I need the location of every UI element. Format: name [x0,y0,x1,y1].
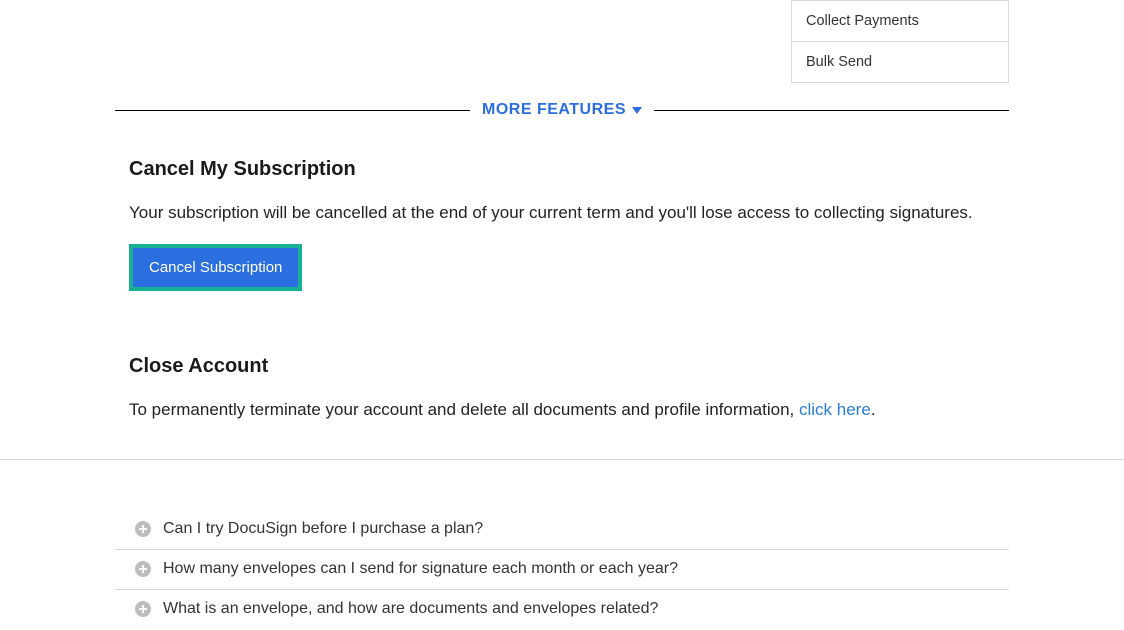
feature-list: Collect Payments Bulk Send [791,0,1009,83]
cancel-button-highlight: Cancel Subscription [129,244,302,291]
close-account-title: Close Account [129,355,995,378]
plus-icon [135,521,151,537]
feature-item-collect-payments[interactable]: Collect Payments [792,1,1008,42]
close-account-body: To permanently terminate your account an… [129,397,995,423]
more-features-text: MORE FEATURES [482,101,626,119]
plus-icon [135,561,151,577]
faq-item[interactable]: Can I try DocuSign before I purchase a p… [115,510,1009,550]
section-divider [0,459,1124,460]
cancel-subscription-title: Cancel My Subscription [129,158,995,181]
faq-question: How many envelopes can I send for signat… [163,560,678,578]
close-account-body-prefix: To permanently terminate your account an… [129,400,799,419]
plus-icon [135,601,151,617]
feature-item-bulk-send[interactable]: Bulk Send [792,42,1008,82]
more-features-toggle[interactable]: MORE FEATURES [115,101,1009,119]
chevron-down-icon [632,107,642,114]
divider-line [654,110,1009,111]
close-account-link[interactable]: click here [799,400,871,419]
faq-list: Can I try DocuSign before I purchase a p… [115,510,1009,629]
faq-item[interactable]: How many envelopes can I send for signat… [115,550,1009,590]
cancel-subscription-button[interactable]: Cancel Subscription [133,248,298,287]
faq-question: What is an envelope, and how are documen… [163,600,658,618]
cancel-subscription-section: Cancel My Subscription Your subscription… [129,158,995,291]
cancel-subscription-body: Your subscription will be cancelled at t… [129,200,995,226]
faq-question: Can I try DocuSign before I purchase a p… [163,520,483,538]
feature-item-label: Collect Payments [806,13,919,29]
faq-item[interactable]: What is an envelope, and how are documen… [115,590,1009,629]
divider-line [115,110,470,111]
feature-item-label: Bulk Send [806,54,872,70]
more-features-label: MORE FEATURES [470,101,654,119]
close-account-body-suffix: . [871,400,876,419]
close-account-section: Close Account To permanently terminate y… [129,355,995,423]
